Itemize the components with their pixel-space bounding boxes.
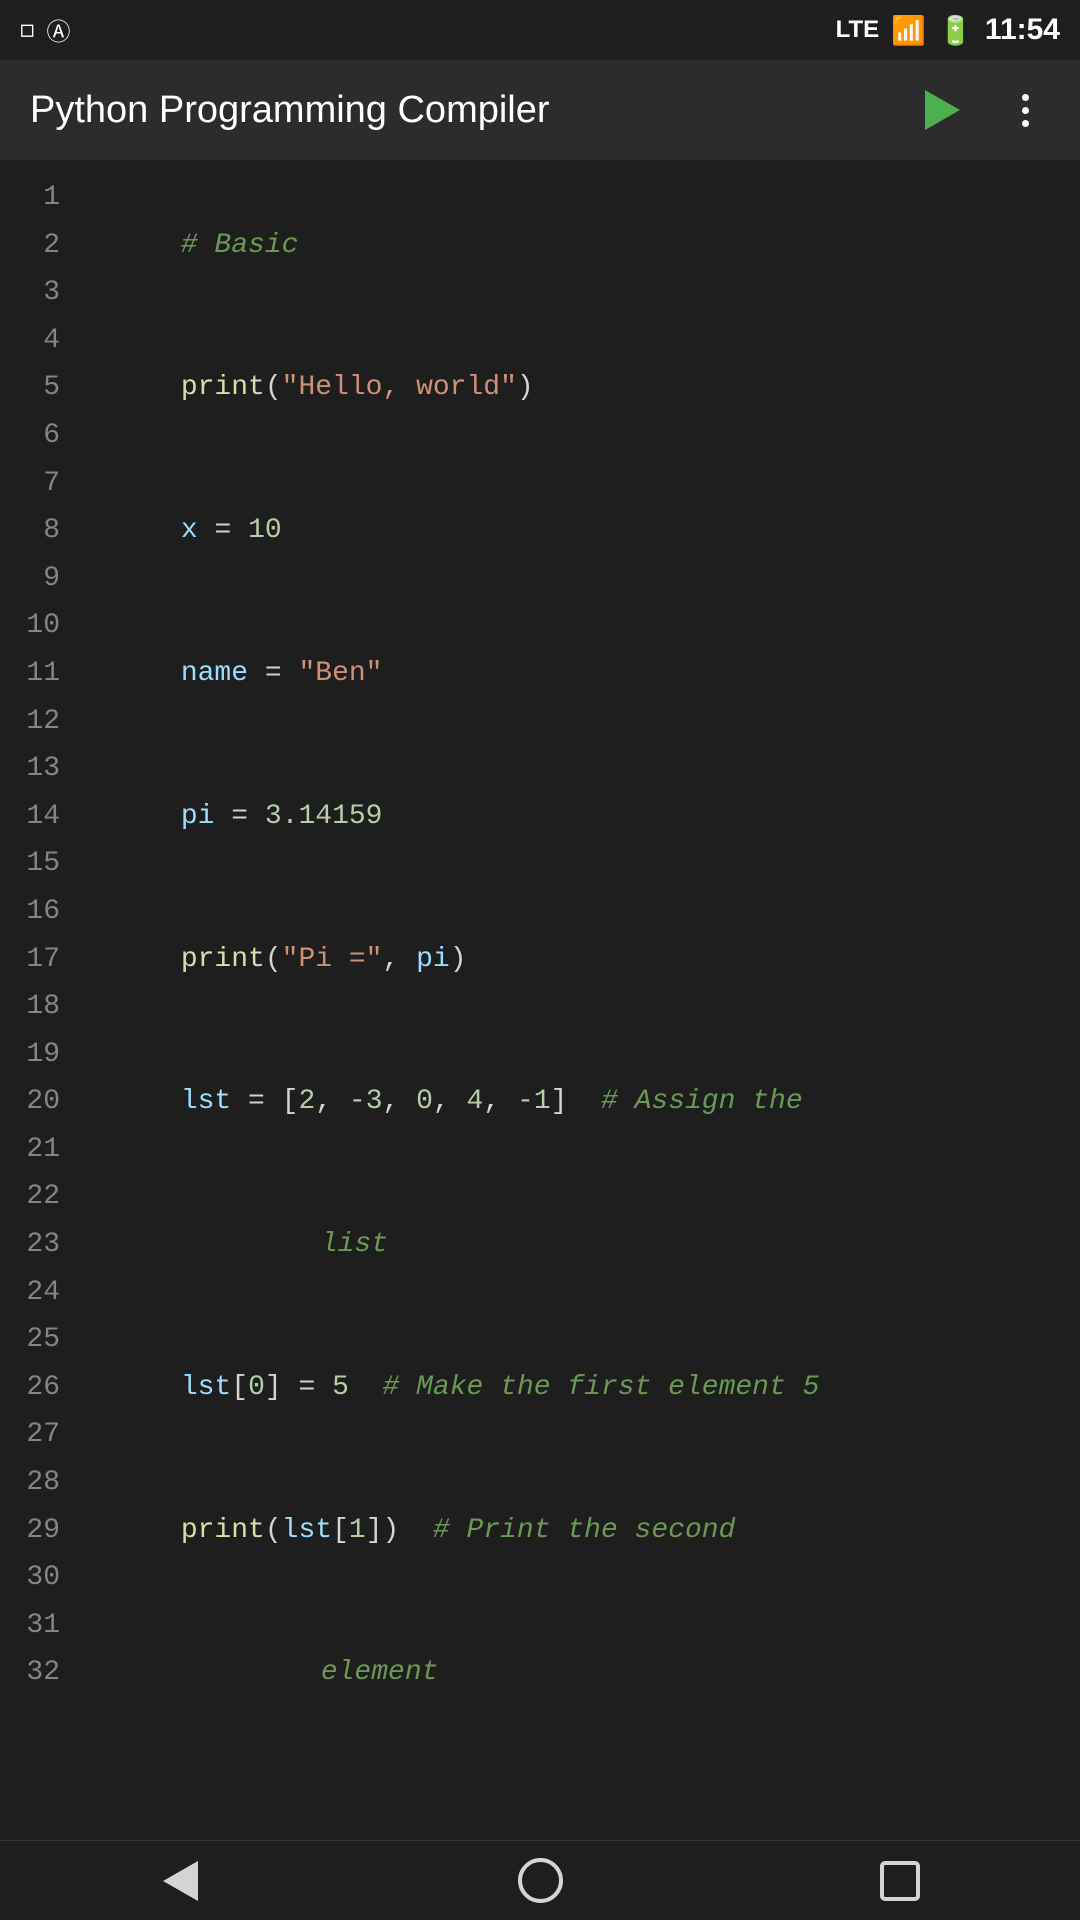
code-line-7-cont: list	[80, 1173, 1070, 1316]
line-num-15: 15	[26, 840, 60, 888]
code-line-9: print(lst[1]) # Print the second	[80, 1459, 1070, 1602]
line-num-4: 4	[43, 317, 60, 365]
line-num-13: 13	[26, 745, 60, 793]
line-num-6: 6	[43, 412, 60, 460]
line-num-5: 5	[43, 364, 60, 412]
signal-bars: 📶	[891, 14, 926, 47]
line-num-25: 25	[26, 1316, 60, 1364]
status-left-icons: ◻ Ⓐ	[20, 12, 70, 48]
recents-button[interactable]	[860, 1851, 940, 1911]
line-num-11: 11	[26, 650, 60, 698]
toolbar: Python Programming Compiler	[0, 60, 1080, 160]
code-line-10	[80, 1745, 1070, 1793]
line-num-29: 29	[26, 1507, 60, 1555]
line-num-24: 24	[26, 1269, 60, 1317]
code-content[interactable]: # Basic print("Hello, world") x = 10 nam…	[80, 170, 1080, 1830]
line-num-8: 8	[43, 507, 60, 555]
run-button[interactable]	[910, 80, 970, 140]
line-num-20: 20	[26, 1078, 60, 1126]
code-line-2: print("Hello, world")	[80, 317, 1070, 460]
status-bar: ◻ Ⓐ LTE 📶 🔋 11:54	[0, 0, 1080, 60]
back-button[interactable]	[140, 1851, 220, 1911]
code-line-4: name = "Ben"	[80, 602, 1070, 745]
app-icon: Ⓐ	[46, 12, 70, 48]
code-line-7: lst = [2, -3, 0, 4, -1] # Assign the	[80, 1031, 1070, 1174]
navigation-bar	[0, 1840, 1080, 1920]
lte-label: LTE	[836, 16, 880, 44]
line-num-1: 1	[43, 174, 60, 222]
line-num-12: 12	[26, 698, 60, 746]
line-num-17: 17	[26, 936, 60, 984]
line-num-3: 3	[43, 269, 60, 317]
line-num-7: 7	[43, 460, 60, 508]
code-line-3: x = 10	[80, 460, 1070, 603]
notification-icon: ◻	[20, 15, 34, 45]
time-display: 11:54	[985, 13, 1060, 47]
line-num-26: 26	[26, 1364, 60, 1412]
line-num-27: 27	[26, 1411, 60, 1459]
line-num-18: 18	[26, 983, 60, 1031]
line-num-10: 10	[26, 602, 60, 650]
code-line-6: print("Pi =", pi)	[80, 888, 1070, 1031]
line-num-22: 22	[26, 1173, 60, 1221]
code-editor[interactable]: 1 2 3 4 5 6 7 8 9 10 11 12 13 14 15 16 1…	[0, 160, 1080, 1840]
line-num-19: 19	[26, 1031, 60, 1079]
code-line-1: # Basic	[80, 174, 1070, 317]
more-options-button[interactable]	[1000, 80, 1050, 140]
play-icon	[915, 85, 965, 135]
line-numbers: 1 2 3 4 5 6 7 8 9 10 11 12 13 14 15 16 1…	[0, 170, 80, 1830]
line-num-9: 9	[43, 555, 60, 603]
line-num-14: 14	[26, 793, 60, 841]
app-title: Python Programming Compiler	[30, 89, 550, 132]
recents-icon	[880, 1861, 920, 1901]
code-line-8: lst[0] = 5 # Make the first element 5	[80, 1316, 1070, 1459]
back-icon	[163, 1861, 198, 1901]
status-right-info: LTE 📶 🔋 11:54	[836, 13, 1060, 47]
code-line-5: pi = 3.14159	[80, 745, 1070, 888]
line-num-32: 32	[26, 1649, 60, 1697]
code-line-11: # Plot	[80, 1792, 1070, 1840]
toolbar-actions	[910, 80, 1050, 140]
line-num-16: 16	[26, 888, 60, 936]
code-line-9-cont: element	[80, 1602, 1070, 1745]
line-num-31: 31	[26, 1602, 60, 1650]
home-button[interactable]	[500, 1851, 580, 1911]
line-num-2: 2	[43, 222, 60, 270]
home-icon	[518, 1858, 563, 1903]
line-num-23: 23	[26, 1221, 60, 1269]
line-num-28: 28	[26, 1459, 60, 1507]
line-num-21: 21	[26, 1126, 60, 1174]
line-num-30: 30	[26, 1554, 60, 1602]
battery-icon: 🔋	[938, 14, 973, 47]
